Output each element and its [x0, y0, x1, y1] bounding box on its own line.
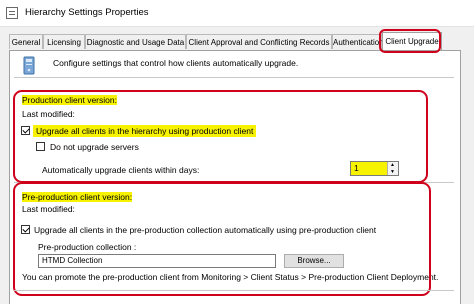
- upgrade-all-production-label: Upgrade all clients in the hierarchy usi…: [33, 125, 257, 137]
- tab-client-upgrade[interactable]: Client Upgrade: [382, 32, 442, 50]
- preproduction-collection-label: Pre-production collection :: [38, 242, 137, 252]
- upgrade-all-preproduction-checkbox[interactable]: [21, 225, 30, 234]
- tab-diagnostic-usage-data[interactable]: Diagnostic and Usage Data: [85, 34, 186, 49]
- tab-client-approval[interactable]: Client Approval and Conflicting Records: [186, 34, 332, 49]
- preproduction-version-value: [193, 189, 271, 210]
- description-text: Configure settings that control how clie…: [53, 58, 299, 68]
- tab-licensing[interactable]: Licensing: [43, 34, 85, 49]
- title-bar: Hierarchy Settings Properties: [0, 0, 474, 27]
- auto-upgrade-days-value[interactable]: 1: [351, 162, 389, 175]
- browse-button[interactable]: Browse...: [284, 254, 344, 268]
- preproduction-version-label: Pre-production client version:: [22, 192, 133, 202]
- production-version-value: [186, 93, 271, 107]
- upgrade-all-preproduction-label: Upgrade all clients in the pre-productio…: [34, 225, 377, 235]
- production-last-modified-label: Last modified:: [22, 109, 75, 119]
- separator-bottom: [14, 290, 454, 291]
- auto-upgrade-days-spinner[interactable]: 1 ▲ ▼: [350, 161, 399, 176]
- window-title: Hierarchy Settings Properties: [25, 7, 149, 18]
- production-version-label: Production client version:: [22, 95, 117, 105]
- separator-middle: [14, 182, 454, 183]
- separator-top: [14, 77, 454, 78]
- spinner-up-icon[interactable]: ▲: [390, 162, 395, 168]
- spinner-down-icon[interactable]: ▼: [390, 169, 395, 175]
- computer-upgrade-icon: [23, 56, 35, 75]
- do-not-upgrade-servers-checkbox[interactable]: [36, 142, 45, 151]
- preproduction-last-modified-label: Last modified:: [22, 204, 75, 214]
- spinner-arrows[interactable]: ▲ ▼: [387, 162, 398, 175]
- properties-window-icon: [6, 7, 18, 19]
- tab-general[interactable]: General: [9, 34, 43, 49]
- upgrade-all-production-checkbox[interactable]: [21, 126, 30, 135]
- tab-authentication[interactable]: Authentication: [332, 34, 384, 49]
- promote-info-text: You can promote the pre-production clien…: [22, 272, 439, 282]
- preproduction-collection-field[interactable]: HTMD Collection: [38, 254, 276, 268]
- do-not-upgrade-servers-label: Do not upgrade servers: [50, 142, 139, 152]
- auto-upgrade-days-label: Automatically upgrade clients within day…: [42, 165, 200, 175]
